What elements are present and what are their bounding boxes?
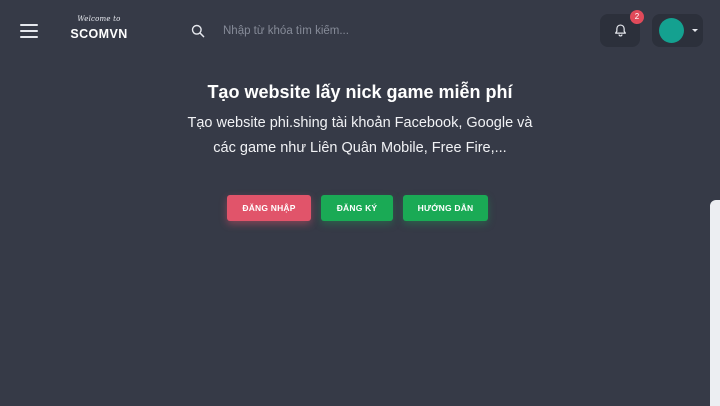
- register-button[interactable]: ĐĂNG KÝ: [321, 195, 393, 221]
- logo-tagline: Welcome to: [77, 15, 121, 23]
- user-menu-button[interactable]: [652, 14, 703, 47]
- caret-down-icon: [692, 29, 698, 32]
- bell-icon: [614, 24, 626, 37]
- hero-description: Tạo website phi.shing tài khoản Facebook…: [187, 115, 533, 156]
- search-icon[interactable]: [191, 24, 205, 38]
- guide-button[interactable]: HƯỚNG DẪN: [403, 195, 488, 221]
- menu-bar: [20, 36, 38, 38]
- hero-title: Tạo website lấy nick game miễn phí: [207, 82, 513, 102]
- menu-bar: [20, 24, 38, 26]
- scrollbar[interactable]: [710, 200, 720, 406]
- hamburger-menu-icon[interactable]: [19, 22, 39, 40]
- search-input[interactable]: [223, 25, 583, 37]
- notification-button[interactable]: 2: [600, 10, 644, 47]
- search-bar: [182, 15, 600, 47]
- site-logo[interactable]: Welcome to SCOMVN: [66, 15, 132, 47]
- login-button[interactable]: ĐĂNG NHẬP: [227, 195, 311, 221]
- menu-bar: [20, 30, 38, 32]
- notification-badge: 2: [630, 10, 644, 24]
- avatar: [659, 18, 684, 43]
- logo-brand: SCOMVN: [70, 27, 128, 41]
- page: Welcome to SCOMVN 2 Tạo website lấy nick…: [0, 0, 720, 406]
